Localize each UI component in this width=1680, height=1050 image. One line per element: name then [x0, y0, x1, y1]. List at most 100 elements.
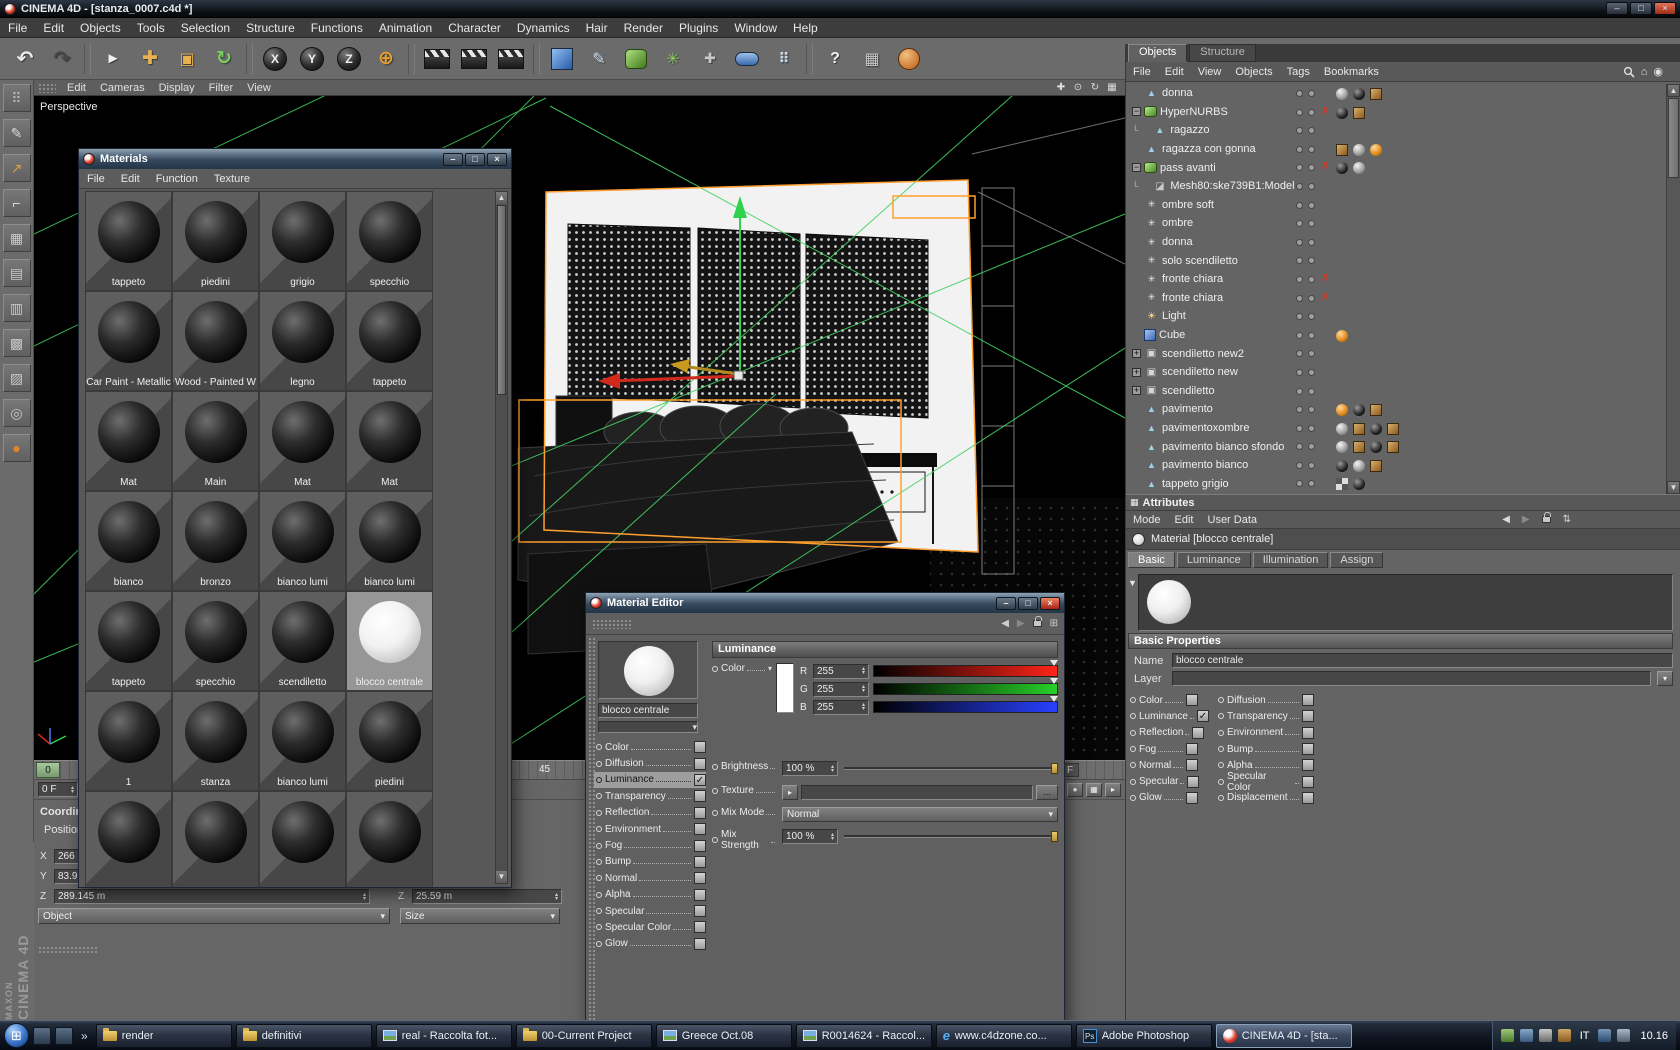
environment-checkbox[interactable] [1302, 726, 1314, 739]
color-swatch[interactable] [776, 663, 794, 713]
menu-dynamics[interactable]: Dynamics [509, 19, 578, 37]
visibility-dot[interactable] [1296, 406, 1303, 414]
fog-checkbox[interactable] [1186, 743, 1198, 756]
current-frame-field[interactable]: 0 F ▴ ▾ [38, 782, 78, 797]
glow-checkbox[interactable] [694, 937, 706, 950]
render-view-button[interactable] [420, 42, 454, 76]
material-item-bianco-lumi[interactable]: bianco lumi [346, 491, 433, 591]
material-item-stanza[interactable]: stanza [172, 691, 259, 791]
object-row-ombre[interactable]: ✳ ombre [1126, 214, 1667, 233]
render-visibility-dot[interactable] [1308, 220, 1315, 228]
scroll-down-icon[interactable]: ▼ [496, 871, 507, 883]
r-value-field[interactable]: 255 ▴ ▾ [813, 663, 869, 679]
close-button[interactable]: × [1040, 596, 1060, 610]
ball-orange-tag-icon[interactable] [1336, 329, 1348, 342]
visibility-dot[interactable] [1296, 238, 1303, 246]
undo-button[interactable]: ↶ [8, 42, 42, 76]
visibility-dot[interactable] [1296, 443, 1303, 451]
quick-launch-icon[interactable] [33, 1026, 51, 1045]
cube-tag-icon[interactable] [1370, 88, 1382, 100]
panel-grip[interactable] [592, 618, 632, 629]
render-visibility-dot[interactable] [1308, 145, 1315, 153]
zoom-view-icon[interactable]: ⊙ [1071, 82, 1085, 94]
object-row-mesh80-ske739b1-model[interactable]: └ ◪ Mesh80:ske739B1:Model [1126, 177, 1667, 196]
ball-dark-tag-icon[interactable] [1353, 88, 1365, 100]
left-tool-button[interactable]: ▤ [2, 259, 31, 287]
visibility-dot[interactable] [1296, 201, 1303, 209]
channel-row-color[interactable]: Color [594, 739, 706, 755]
viewport-menu-filter[interactable]: Filter [202, 82, 240, 94]
channel-row-alpha[interactable]: Alpha [594, 887, 706, 903]
history-back-icon[interactable]: ◀ [1502, 514, 1510, 525]
viewport-menu-cameras[interactable]: Cameras [93, 82, 152, 94]
close-button[interactable]: × [487, 152, 507, 166]
panel-grip[interactable] [38, 946, 98, 954]
r-gradient-slider[interactable] [873, 660, 1058, 677]
object-row-fronte-chiara[interactable]: ✳ fronte chiara ✗ [1126, 289, 1667, 308]
taskbar-button-definitivi[interactable]: definitivi [235, 1023, 372, 1048]
render-settings-button[interactable] [494, 42, 528, 76]
channel-row-specular[interactable]: Specular [594, 903, 706, 919]
render-visibility-dot[interactable] [1308, 164, 1315, 172]
attr-menu-mode[interactable]: Mode [1126, 513, 1168, 527]
materials-menu-file[interactable]: File [79, 172, 113, 186]
taskbar-button-cinema-4d-sta[interactable]: CINEMA 4D - [sta... [1215, 1023, 1352, 1048]
diffusion-checkbox[interactable] [694, 757, 706, 770]
material-item-tappeto[interactable]: tappeto [346, 291, 433, 391]
viewport-menu-display[interactable]: Display [152, 82, 202, 94]
material-item-legno[interactable]: legno [259, 291, 346, 391]
menu-tools[interactable]: Tools [129, 19, 173, 37]
reflection-checkbox[interactable] [694, 806, 706, 819]
material-item-mat[interactable]: Mat [85, 391, 172, 491]
scroll-up-icon[interactable]: ▲ [1667, 84, 1680, 97]
object-row-pavimento-bianco-sfondo[interactable]: ▲ pavimento bianco sfondo [1126, 437, 1667, 456]
render-visibility-dot[interactable] [1308, 182, 1315, 190]
minimize-button[interactable]: – [996, 596, 1016, 610]
menu-hair[interactable]: Hair [578, 19, 616, 37]
render-visibility-dot[interactable] [1308, 313, 1315, 321]
taskbar-button-render[interactable]: render [95, 1023, 232, 1048]
taskbar-button-r0014624-raccol[interactable]: R0014624 - Raccol... [795, 1023, 932, 1048]
visibility-dot[interactable] [1296, 257, 1303, 265]
lock-icon[interactable] [1032, 616, 1042, 627]
materials-window-titlebar[interactable]: Materials – □ × [79, 149, 511, 169]
left-tool-button[interactable]: ▨ [2, 364, 31, 392]
expander-icon[interactable]: + [1132, 367, 1141, 377]
mix-mode-dropdown[interactable]: Normal ▾ [782, 807, 1058, 822]
material-item-car-paint-metallic[interactable]: Car Paint - Metallic [85, 291, 172, 391]
material-item-bronzo[interactable]: bronzo [172, 491, 259, 591]
visibility-dot[interactable] [1296, 164, 1303, 172]
taskbar-button-real-raccolta-fot[interactable]: real - Raccolta fot... [375, 1023, 512, 1048]
ball-gray-tag-icon[interactable] [1353, 459, 1365, 472]
material-item[interactable] [346, 791, 433, 887]
ball-dark-tag-icon[interactable] [1370, 441, 1382, 454]
quick-launch-chevron-icon[interactable]: » [77, 1029, 92, 1043]
network-icon[interactable] [1617, 1029, 1631, 1042]
attr-menu-edit[interactable]: Edit [1168, 513, 1201, 527]
object-row-scendiletto-new2[interactable]: + ▣ scendiletto new2 [1126, 344, 1667, 363]
help-button[interactable]: ? [818, 42, 852, 76]
left-tool-button[interactable]: ↗ [2, 154, 31, 182]
left-tool-button[interactable]: ● [2, 434, 31, 462]
coordinate-system-button[interactable]: ⊕ [369, 42, 403, 76]
visibility-dot[interactable] [1296, 108, 1303, 116]
object-row-pavimento-bianco[interactable]: ▲ pavimento bianco [1126, 456, 1667, 475]
object-row-ragazza-con-gonna[interactable]: ▲ ragazza con gonna [1126, 140, 1667, 159]
mix-strength-slider[interactable] [844, 831, 1058, 842]
object-row-cube[interactable]: Cube [1126, 326, 1667, 345]
bump-checkbox[interactable] [694, 855, 706, 868]
material-item[interactable] [259, 791, 346, 887]
specular-color-checkbox[interactable] [1302, 775, 1314, 788]
render-visibility-dot[interactable] [1308, 350, 1315, 358]
brightness-slider[interactable] [844, 763, 1058, 774]
object-row-donna[interactable]: ✳ donna [1126, 233, 1667, 252]
cube-tag-icon[interactable] [1370, 404, 1382, 417]
editor-preview-box[interactable] [598, 641, 698, 699]
channel-row-environment[interactable]: Environment [594, 821, 706, 837]
layer-field[interactable] [1172, 671, 1651, 686]
taskbar-clock[interactable]: 10.16 [1636, 1030, 1668, 1042]
environment-checkbox[interactable] [694, 823, 706, 836]
normal-checkbox[interactable] [1186, 759, 1198, 772]
visibility-dot[interactable] [1296, 424, 1303, 432]
render-visibility-dot[interactable] [1308, 127, 1315, 135]
